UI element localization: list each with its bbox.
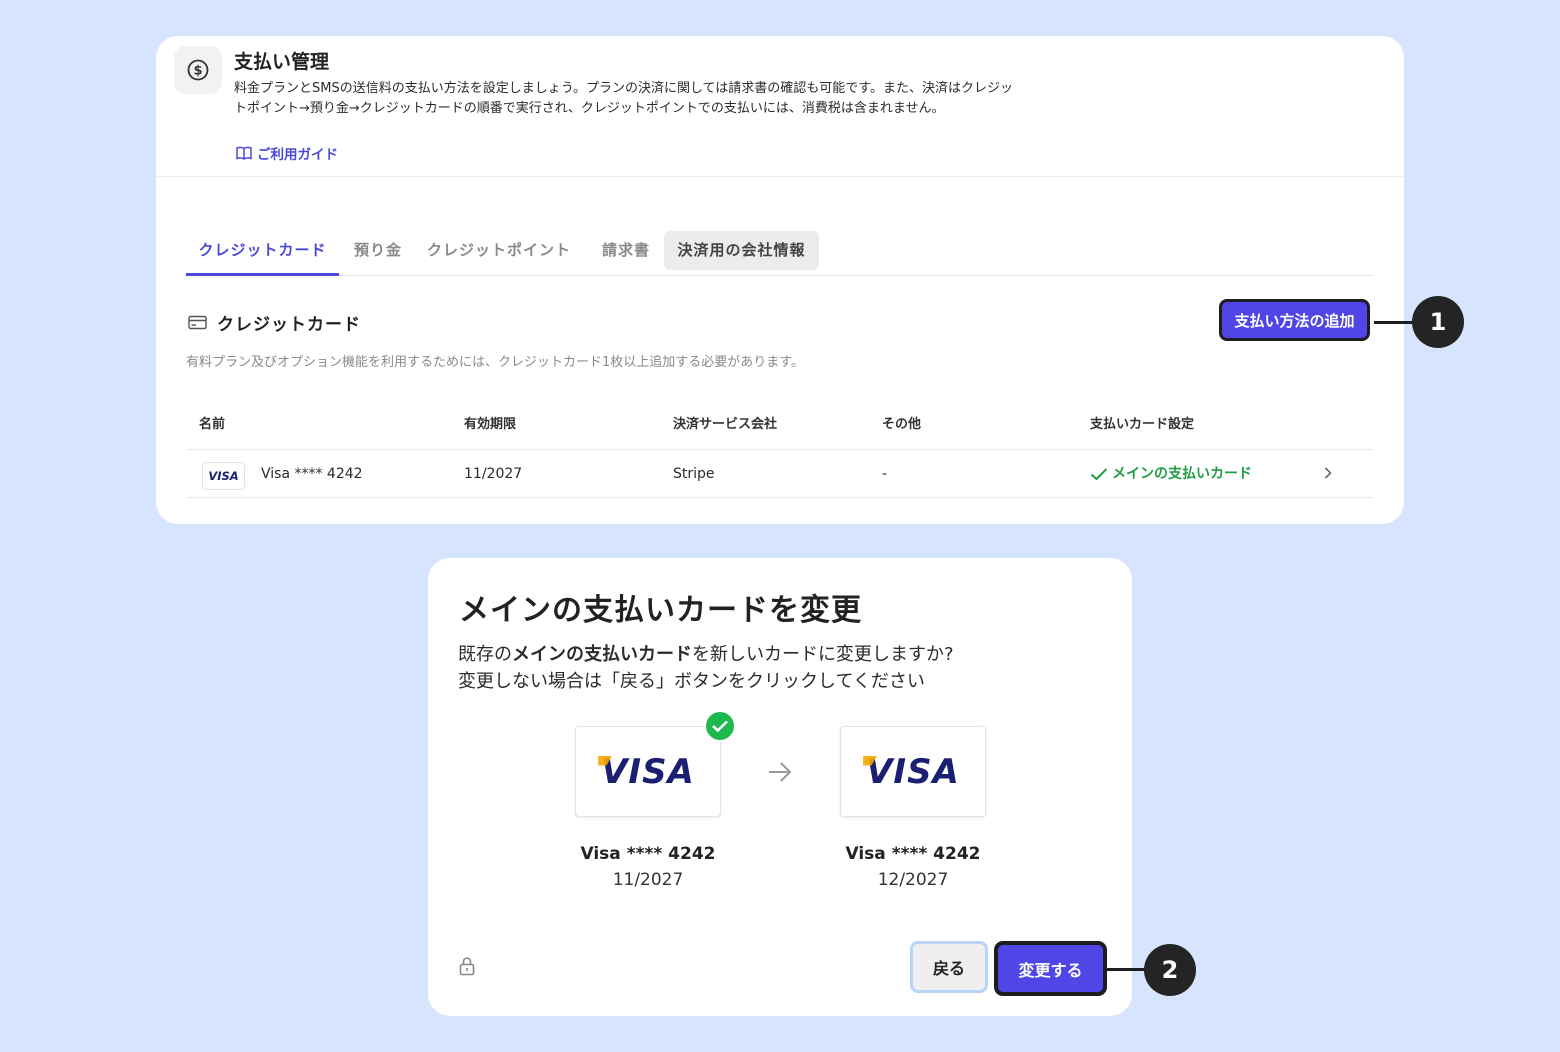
dialog-title: メインの支払いカードを変更 xyxy=(459,593,862,628)
card-other: - xyxy=(882,466,888,482)
new-card-thumbnail: VISA xyxy=(840,726,986,817)
lock-icon xyxy=(459,957,475,976)
message-line-2: 変更しない場合は「戻る」ボタンをクリックしてください xyxy=(458,671,925,692)
column-other: その他 xyxy=(882,417,922,432)
user-guide-link[interactable]: ご利用ガイド xyxy=(236,143,338,163)
main-card-label: メインの支払いカード xyxy=(1112,466,1252,482)
change-main-card-dialog: メインの支払いカードを変更 既存のメインの支払いカードを新しいカードに変更します… xyxy=(428,558,1132,1016)
tab-billing-company-info[interactable]: 決済用の会社情報 xyxy=(664,231,819,270)
visa-logo: VISA xyxy=(601,751,695,792)
column-provider: 決済サービス会社 xyxy=(673,417,778,432)
header-divider xyxy=(156,176,1404,177)
payment-tabs: クレジットカード 預り金 クレジットポイント 請求書 決済用の会社情報 xyxy=(186,231,1374,276)
new-card-name: Visa **** 4242 xyxy=(845,844,981,864)
back-button[interactable]: 戻る xyxy=(910,941,988,993)
tab-invoices[interactable]: 請求書 xyxy=(590,231,662,275)
chevron-right-icon[interactable] xyxy=(1323,466,1333,480)
tab-credit-points[interactable]: クレジットポイント xyxy=(424,231,574,275)
user-guide-label: ご利用ガイド xyxy=(257,147,338,163)
check-circle-icon xyxy=(704,710,736,742)
card-expiry: 11/2027 xyxy=(464,466,523,482)
message-prefix: 既存の xyxy=(458,644,512,665)
book-icon xyxy=(236,146,252,160)
section-title: クレジットカード xyxy=(188,310,361,335)
message-bold: メインの支払いカード xyxy=(512,644,692,665)
confirm-change-button[interactable]: 変更する xyxy=(994,941,1107,996)
callout-1-badge: 1 xyxy=(1412,296,1464,348)
svg-text:$: $ xyxy=(193,64,202,79)
page-title: 支払い管理 xyxy=(234,51,330,73)
arrow-right-icon xyxy=(769,762,792,782)
main-card-status: メインの支払いカード xyxy=(1090,452,1252,496)
section-title-label: クレジットカード xyxy=(217,315,361,335)
check-icon xyxy=(1090,468,1108,481)
dollar-circle-icon: $ xyxy=(174,46,222,94)
callout-2-badge: 2 xyxy=(1144,944,1196,996)
page-description: 料金プランとSMSの送信料の支払い方法を設定しましょう。プランの決済に関しては請… xyxy=(234,81,1013,116)
add-payment-method-button[interactable]: 支払い方法の追加 xyxy=(1219,299,1370,341)
current-card-thumbnail: VISA xyxy=(575,726,721,817)
tab-deposit[interactable]: 預り金 xyxy=(346,231,410,275)
visa-logo: VISA xyxy=(866,751,960,792)
table-row[interactable]: VISA Visa **** 4242 11/2027 Stripe - メイン… xyxy=(186,452,1374,498)
credit-card-icon xyxy=(188,315,207,330)
tab-credit-card[interactable]: クレジットカード xyxy=(186,231,339,276)
card-provider: Stripe xyxy=(673,466,715,482)
card-name: Visa **** 4242 xyxy=(261,466,363,482)
message-suffix: を新しいカードに変更しますか? xyxy=(692,644,954,665)
current-card-expiry: 11/2027 xyxy=(612,870,684,890)
visa-logo: VISA xyxy=(202,462,245,490)
table-header: 名前 有効期限 決済サービス会社 その他 支払いカード設定 xyxy=(186,406,1374,450)
payment-management-panel: $ 支払い管理 料金プランとSMSの送信料の支払い方法を設定しましょう。プランの… xyxy=(156,36,1404,524)
column-card-setting: 支払いカード設定 xyxy=(1090,417,1195,432)
column-name: 名前 xyxy=(199,417,226,432)
callout-1-line xyxy=(1374,321,1414,324)
column-expiry: 有効期限 xyxy=(464,417,517,432)
section-description: 有料プラン及びオプション機能を利用するためには、クレジットカード1枚以上追加する… xyxy=(186,355,804,370)
new-card-expiry: 12/2027 xyxy=(877,870,949,890)
current-card-name: Visa **** 4242 xyxy=(580,844,716,864)
callout-2-line xyxy=(1106,968,1146,971)
dialog-message: 既存のメインの支払いカードを新しいカードに変更しますか? 変更しない場合は「戻る… xyxy=(458,641,954,695)
